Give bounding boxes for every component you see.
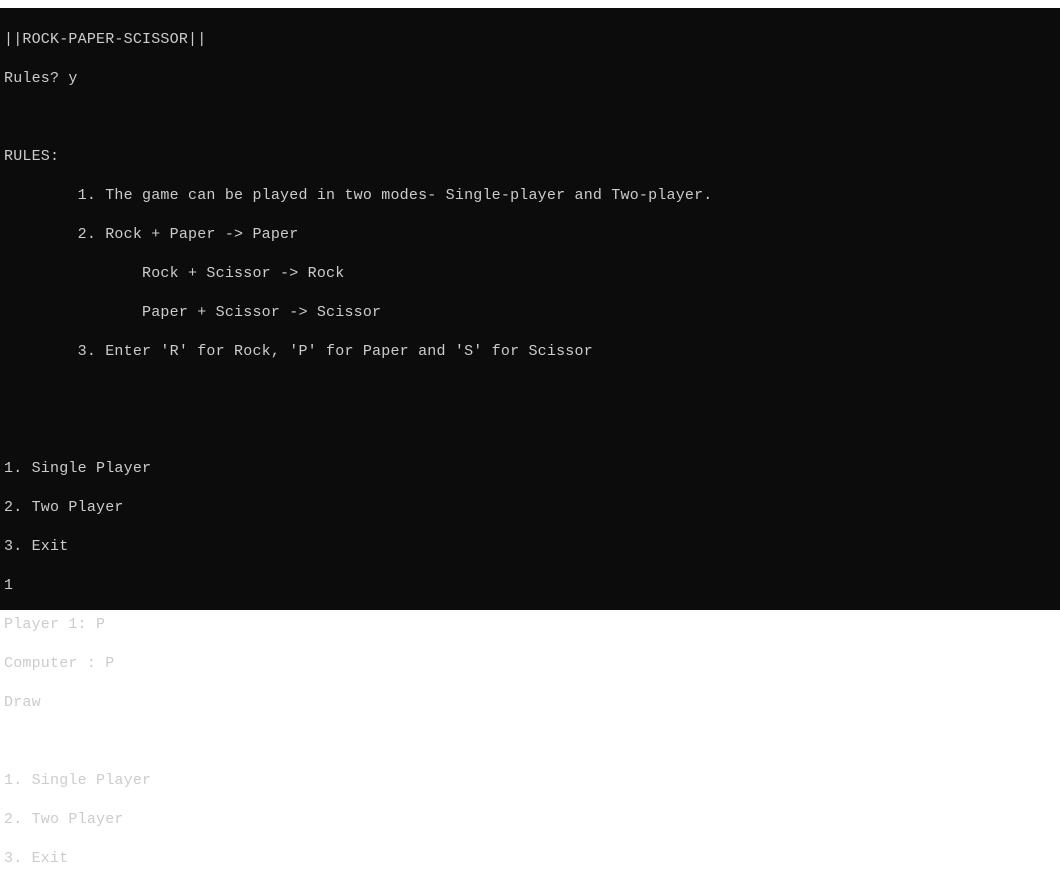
- rules-prompt: Rules? y: [4, 69, 1056, 89]
- player1-move: Player 1: P: [4, 615, 1056, 635]
- blank-line: [4, 732, 1056, 752]
- computer-move: Computer : P: [4, 654, 1056, 674]
- game-title: ||ROCK-PAPER-SCISSOR||: [4, 30, 1056, 50]
- blank-line: [4, 381, 1056, 401]
- menu-option: 2. Two Player: [4, 810, 1056, 830]
- blank-line: [4, 420, 1056, 440]
- rule-line: 2. Rock + Paper -> Paper: [4, 225, 1056, 245]
- rules-header: RULES:: [4, 147, 1056, 167]
- rule-line: Paper + Scissor -> Scissor: [4, 303, 1056, 323]
- rule-line: 3. Enter 'R' for Rock, 'P' for Paper and…: [4, 342, 1056, 362]
- menu-option: 1. Single Player: [4, 771, 1056, 791]
- terminal-output[interactable]: ||ROCK-PAPER-SCISSOR|| Rules? y RULES: 1…: [0, 8, 1060, 610]
- menu-option: 3. Exit: [4, 537, 1056, 557]
- menu-option: 1. Single Player: [4, 459, 1056, 479]
- window-title-bar: [0, 0, 1060, 8]
- menu-option: 3. Exit: [4, 849, 1056, 869]
- menu-option: 2. Two Player: [4, 498, 1056, 518]
- blank-line: [4, 108, 1056, 128]
- user-input-choice: 1: [4, 576, 1056, 596]
- rule-line: 1. The game can be played in two modes- …: [4, 186, 1056, 206]
- round-result: Draw: [4, 693, 1056, 713]
- rule-line: Rock + Scissor -> Rock: [4, 264, 1056, 284]
